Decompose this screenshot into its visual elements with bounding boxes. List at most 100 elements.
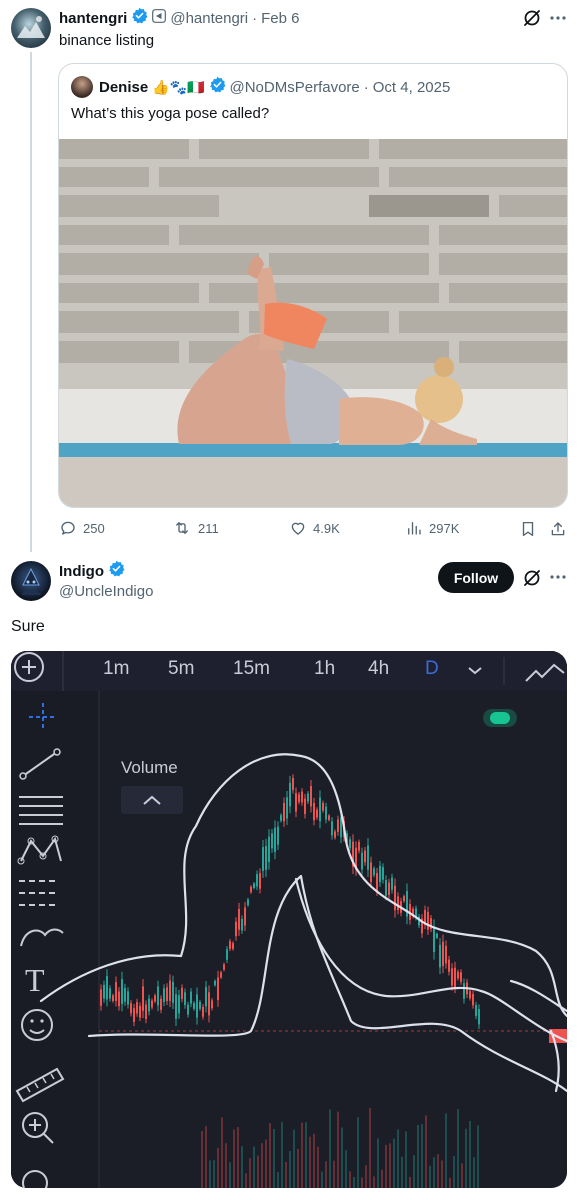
collapse-volume-button[interactable]	[121, 786, 183, 814]
reply-handle[interactable]: @UncleIndigo	[59, 583, 153, 600]
volume-bar	[437, 1154, 439, 1188]
volume-bar	[417, 1124, 419, 1188]
volume-bar	[277, 1172, 279, 1188]
grok-icon[interactable]	[522, 8, 542, 33]
volume-bar	[289, 1150, 291, 1188]
candle-body	[271, 833, 273, 849]
candle-body	[289, 782, 291, 807]
volume-bar	[205, 1126, 207, 1188]
repost-icon	[176, 522, 188, 534]
volume-bar	[305, 1122, 307, 1188]
separator-dot: ·	[252, 9, 258, 27]
candle-body	[121, 979, 123, 1004]
volume-bar	[377, 1138, 379, 1188]
volume-bar	[473, 1157, 475, 1188]
like-icon	[291, 522, 305, 535]
views-action[interactable]: 297K	[405, 519, 459, 537]
yoga-photo[interactable]	[59, 139, 567, 507]
candle-body	[304, 798, 306, 814]
timeframe-15m[interactable]: 15m	[233, 658, 270, 679]
timeframe-1h[interactable]: 1h	[314, 658, 335, 679]
reply-action[interactable]: 250	[59, 519, 105, 537]
candle-body	[448, 959, 450, 972]
timeframe-1m[interactable]: 1m	[103, 658, 129, 679]
volume-bar	[297, 1149, 299, 1188]
volume-bar	[345, 1150, 347, 1188]
candle-body	[460, 972, 462, 982]
candle-body	[442, 941, 444, 966]
timeframe-5m[interactable]: 5m	[168, 658, 194, 679]
tweet-date[interactable]: Feb 6	[261, 10, 299, 27]
candle-body	[118, 991, 120, 1007]
quoted-header: Denise 👍🐾🇮🇹 @NoDMsPerfavore · Oct 4, 202…	[99, 76, 451, 97]
follow-button[interactable]: Follow	[438, 562, 514, 593]
candle-body	[232, 943, 234, 949]
tweet-text: binance listing	[59, 32, 155, 49]
candle-body	[469, 991, 471, 999]
candle-body	[166, 987, 168, 1001]
candle-body	[160, 998, 162, 1010]
volume-bar	[441, 1160, 443, 1188]
grok-icon[interactable]	[522, 568, 542, 593]
volume-bar	[225, 1143, 227, 1188]
candle-body	[310, 786, 312, 807]
candle-body	[226, 949, 228, 960]
candle-body	[349, 839, 351, 849]
repost-action[interactable]: 211	[172, 519, 219, 537]
candle-body	[385, 880, 387, 896]
text-tool-icon[interactable]: T	[25, 962, 45, 998]
more-icon[interactable]	[549, 567, 567, 592]
candle-body	[331, 821, 333, 836]
candle-body	[286, 797, 288, 819]
more-icon[interactable]	[549, 8, 567, 33]
candle-body	[238, 909, 240, 930]
volume-bar	[413, 1155, 415, 1188]
share-icon[interactable]	[549, 520, 567, 543]
volume-bar	[293, 1129, 295, 1188]
candle-body	[220, 972, 222, 978]
indigo-avatar[interactable]	[11, 561, 51, 601]
timeframe-4h[interactable]: 4h	[368, 658, 389, 679]
volume-bar	[405, 1131, 407, 1188]
tweet-header: hantengri @hantengri · Feb 6	[59, 7, 299, 28]
candle-body	[214, 980, 216, 986]
volume-bar	[389, 1143, 391, 1188]
candle-body	[316, 809, 318, 818]
hantengri-avatar[interactable]	[11, 8, 51, 48]
candle-body	[457, 971, 459, 979]
candle-body	[109, 988, 111, 999]
volume-bar	[421, 1124, 423, 1188]
volume-bar	[209, 1160, 211, 1188]
quoted-name-emoji: 👍🐾🇮🇹	[152, 78, 205, 95]
candle-body	[403, 896, 405, 902]
author-handle[interactable]: @hantengri	[170, 10, 248, 27]
volume-bar	[337, 1111, 339, 1188]
bookmark-icon[interactable]	[519, 520, 537, 543]
timeframe-D[interactable]: D	[425, 658, 439, 679]
views-icon	[408, 522, 421, 535]
candle-body	[301, 791, 303, 803]
candle-body	[154, 995, 156, 1002]
candle-body	[337, 819, 339, 833]
candle-body	[157, 986, 159, 1006]
volume-bar	[385, 1144, 387, 1188]
candle-body	[229, 941, 231, 949]
volume-bar	[409, 1176, 411, 1188]
quoted-tweet-card[interactable]: Denise 👍🐾🇮🇹 @NoDMsPerfavore · Oct 4, 202…	[58, 63, 568, 508]
candle-body	[463, 983, 465, 999]
volume-bar	[325, 1161, 327, 1188]
volume-bar	[249, 1158, 251, 1188]
volume-bar	[365, 1165, 367, 1188]
candle-body	[247, 899, 249, 906]
candle-body	[373, 868, 375, 876]
volume-bar	[233, 1129, 235, 1188]
reply-author-name[interactable]: Indigo	[59, 563, 104, 580]
volume-bar	[213, 1160, 215, 1188]
like-action[interactable]: 4.9K	[289, 519, 340, 537]
quoted-text: What’s this yoga pose called?	[71, 105, 270, 122]
author-name[interactable]: hantengri	[59, 10, 127, 27]
volume-bar	[341, 1127, 343, 1188]
quoted-date: Oct 4, 2025	[372, 78, 451, 96]
volume-bar	[397, 1129, 399, 1188]
chart-image[interactable]: 1m 5m 15m 1h 4h D T Volume	[11, 651, 567, 1188]
